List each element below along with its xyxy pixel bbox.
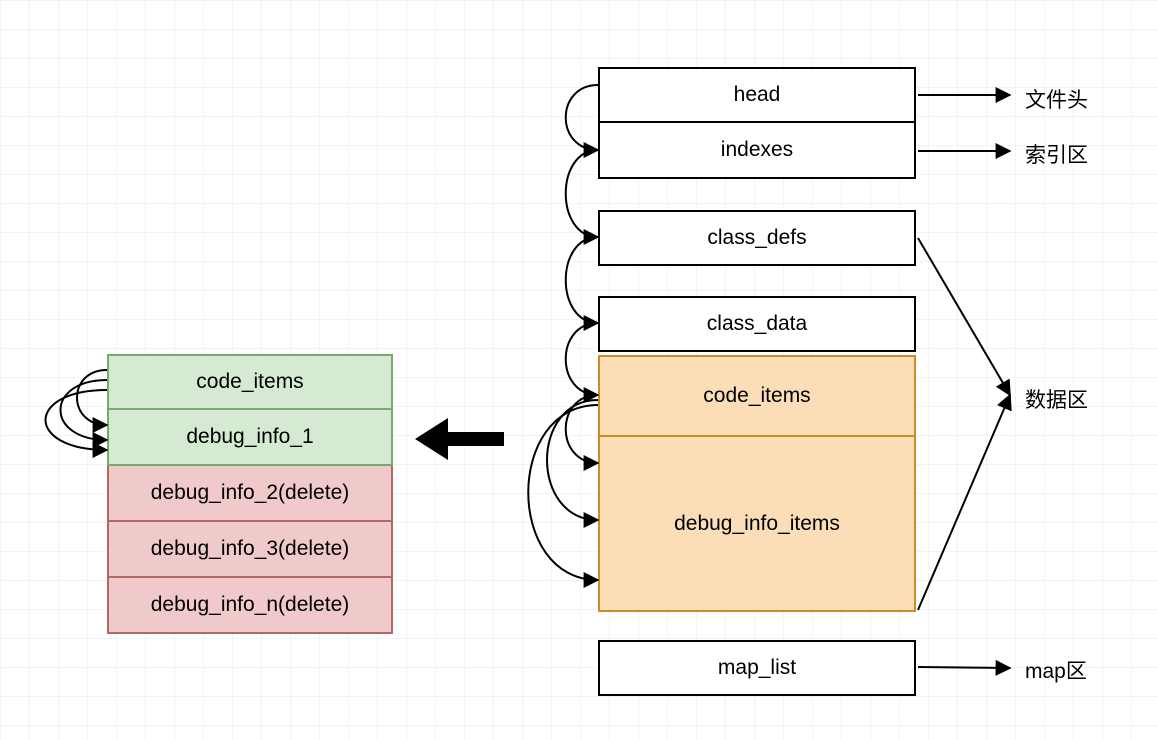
left-box-debug-info-3: debug_info_3(delete) — [107, 522, 393, 578]
box-indexes: indexes — [598, 123, 916, 179]
box-debug-info-items: debug_info_items — [598, 437, 916, 612]
label-code-items: code_items — [703, 384, 810, 408]
label-class-data: class_data — [707, 312, 807, 336]
left-box-debug-info-n: debug_info_n(delete) — [107, 578, 393, 634]
left-label-debug-info-n: debug_info_n(delete) — [151, 593, 350, 617]
left-label-debug-info-1: debug_info_1 — [186, 425, 313, 449]
box-map-list: map_list — [598, 640, 916, 696]
label-file-header: 文件头 — [1025, 84, 1088, 114]
left-label-code-items: code_items — [196, 370, 303, 394]
label-debug-info-items: debug_info_items — [674, 512, 840, 536]
label-map-list: map_list — [718, 656, 796, 680]
left-label-debug-info-3: debug_info_3(delete) — [151, 537, 350, 561]
left-box-debug-info-2: debug_info_2(delete) — [107, 466, 393, 522]
left-box-code-items: code_items — [107, 354, 393, 410]
box-class-data: class_data — [598, 296, 916, 352]
left-box-debug-info-1: debug_info_1 — [107, 410, 393, 466]
label-head: head — [734, 83, 781, 107]
label-indexes: indexes — [721, 138, 793, 162]
label-data-area: 数据区 — [1025, 384, 1088, 414]
box-class-defs: class_defs — [598, 210, 916, 266]
box-head: head — [598, 67, 916, 123]
label-index-area: 索引区 — [1025, 139, 1088, 169]
label-map-area: map区 — [1025, 655, 1087, 685]
left-label-debug-info-2: debug_info_2(delete) — [151, 481, 350, 505]
label-class-defs: class_defs — [707, 226, 806, 250]
box-code-items: code_items — [598, 355, 916, 437]
